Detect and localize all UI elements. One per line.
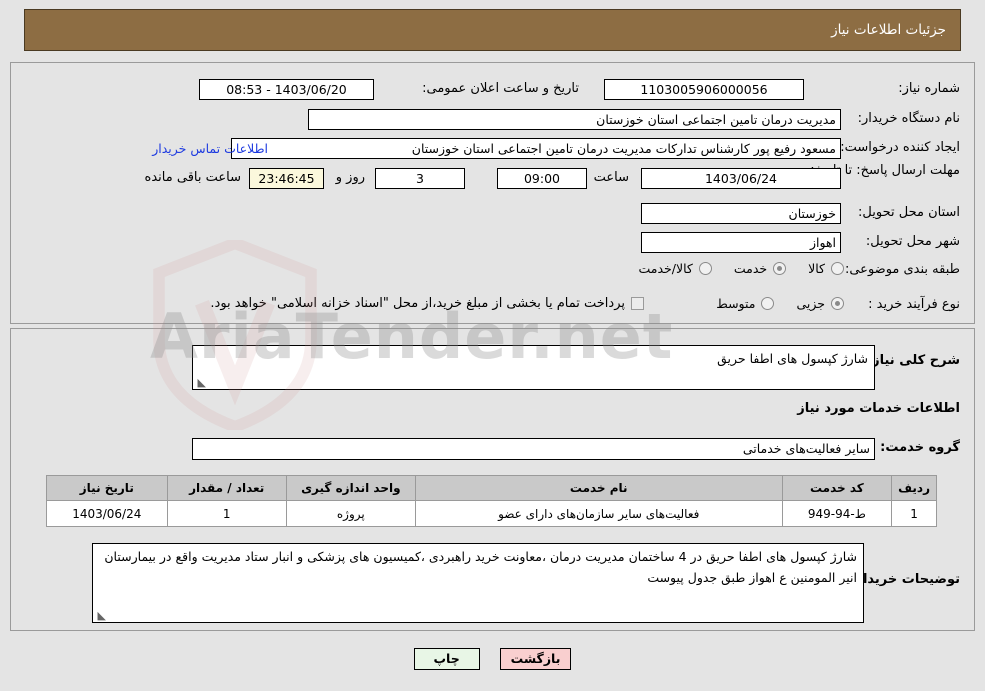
category-option-label: کالا xyxy=(808,261,825,276)
purchase-type-option-label: متوسط xyxy=(716,296,756,311)
treasury-note-text: پرداخت تمام یا بخشی از مبلغ خرید،از محل … xyxy=(210,296,625,311)
radio-icon[interactable] xyxy=(831,262,844,275)
category-label: طبقه بندی موضوعی: xyxy=(844,262,960,277)
general-desc-label: شرح کلی نیاز: xyxy=(866,353,960,368)
need-number-value: 1103005906000056 xyxy=(604,79,804,100)
resize-grip-icon[interactable]: ◣ xyxy=(196,377,206,388)
row-requester: ایجاد کننده درخواست: xyxy=(840,140,960,155)
row-delivery-province: استان محل تحویل: xyxy=(858,205,960,220)
table-col-code: کد خدمت xyxy=(781,475,893,501)
cell-radif: 1 xyxy=(891,500,937,527)
countdown-label: ساعت باقی مانده xyxy=(144,170,241,185)
row-buyer-org: نام دستگاه خریدار: xyxy=(858,111,960,126)
purchase-type-option-jozei[interactable]: جزیی xyxy=(796,296,848,311)
buyer-notes-textarea[interactable]: شارژ کپسول های اطفا حریق در 4 ساختمان مد… xyxy=(92,543,864,623)
treasury-checkbox-icon[interactable] xyxy=(631,297,644,310)
table-col-name: نام خدمت xyxy=(414,475,783,501)
service-group-label: گروه خدمت: xyxy=(880,440,960,455)
page-title: جزئیات اطلاعات نیاز xyxy=(831,22,946,38)
requester-value: مسعود رفیع پور کارشناس تدارکات مدیریت در… xyxy=(231,138,841,159)
print-button[interactable]: چاپ xyxy=(413,648,480,670)
back-button[interactable]: بازگشت xyxy=(499,648,572,670)
buyer-notes-value: شارژ کپسول های اطفا حریق در 4 ساختمان مد… xyxy=(104,549,857,585)
general-desc-value: شارژ کپسول های اطفا حریق xyxy=(717,351,868,366)
delivery-province-label: استان محل تحویل: xyxy=(858,205,960,220)
row-purchase-type: نوع فرآیند خرید : xyxy=(868,297,960,312)
purchase-type-option-label: جزیی xyxy=(796,296,825,311)
need-details-panel: شرح کلی نیاز: شارژ کپسول های اطفا حریق ◣… xyxy=(10,328,975,631)
cell-unit: پروژه xyxy=(285,500,416,527)
table-col-need-date: تاریخ نیاز xyxy=(46,475,168,501)
table-header-row: ردیف کد خدمت نام خدمت واحد اندازه گیری ت… xyxy=(46,475,937,501)
table-row: 1 ط-94-949 فعالیت‌های سایر سازمان‌های دا… xyxy=(46,500,937,527)
cell-name: فعالیت‌های سایر سازمان‌های دارای عضو xyxy=(414,500,783,527)
category-option-khedmat[interactable]: خدمت xyxy=(734,261,790,276)
row-category: طبقه بندی موضوعی: xyxy=(845,262,960,277)
services-table: ردیف کد خدمت نام خدمت واحد اندازه گیری ت… xyxy=(46,475,937,527)
need-number-label: شماره نیاز: xyxy=(898,81,960,96)
treasury-note-row[interactable]: پرداخت تمام یا بخشی از مبلغ خرید،از محل … xyxy=(210,296,644,311)
delivery-city-label: شهر محل تحویل: xyxy=(865,234,960,249)
category-option-label: خدمت xyxy=(733,261,768,276)
delivery-city-value: اهواز xyxy=(641,232,841,253)
service-group-value: سایر فعالیت‌های خدماتی xyxy=(192,438,875,460)
radio-icon[interactable] xyxy=(698,262,712,275)
services-heading: اطلاعات خدمات مورد نیاز xyxy=(797,401,960,416)
announce-datetime-label: تاریخ و ساعت اعلان عمومی: xyxy=(422,81,579,96)
row-deadline-label: مهلت ارسال پاسخ: تا تاریخ: xyxy=(810,163,960,179)
row-general-desc: شرح کلی نیاز: xyxy=(867,353,960,368)
table-col-unit: واحد اندازه گیری xyxy=(285,475,416,501)
row-need-number: شماره نیاز: xyxy=(898,81,960,96)
cell-quantity: 1 xyxy=(166,500,287,527)
cell-code: ط-94-949 xyxy=(781,500,893,527)
row-announce-datetime: تاریخ و ساعت اعلان عمومی: xyxy=(422,81,579,96)
remaining-days-label: روز و xyxy=(335,170,365,185)
radio-icon[interactable] xyxy=(831,297,844,310)
row-buyer-notes: توضیحات خریدار: xyxy=(850,572,960,587)
resize-grip-icon[interactable]: ◣ xyxy=(96,610,106,621)
category-option-label: کالا/خدمت xyxy=(638,261,693,276)
announce-datetime-value: 1403/06/20 - 08:53 xyxy=(199,79,374,100)
general-desc-textarea[interactable]: شارژ کپسول های اطفا حریق ◣ xyxy=(192,345,875,390)
table-col-quantity: تعداد / مقدار xyxy=(166,475,287,501)
deadline-date-value: 1403/06/24 xyxy=(641,168,841,189)
purchase-type-label: نوع فرآیند خرید : xyxy=(868,297,960,312)
row-delivery-city: شهر محل تحویل: xyxy=(866,234,960,249)
purchase-type-radio-group: جزیی متوسط xyxy=(698,296,848,311)
table-col-radif: ردیف xyxy=(891,475,937,501)
row-services-heading: اطلاعات خدمات مورد نیاز xyxy=(797,401,960,416)
category-option-kala-khedmat[interactable]: کالا/خدمت xyxy=(638,261,715,276)
category-radio-group: کالا خدمت کالا/خدمت xyxy=(620,261,848,276)
row-service-group: گروه خدمت: xyxy=(880,440,960,455)
radio-icon[interactable] xyxy=(773,262,787,275)
delivery-province-value: خوزستان xyxy=(641,203,841,224)
countdown-timer: 23:46:45 xyxy=(249,168,324,189)
remaining-days-value: 3 xyxy=(375,168,465,189)
deadline-time-value: 09:00 xyxy=(497,168,587,189)
purchase-type-option-motevaset[interactable]: متوسط xyxy=(716,296,778,311)
footer-button-bar: بازگشت چاپ xyxy=(0,648,985,670)
buyer-org-value: مدیریت درمان تامین اجتماعی استان خوزستان xyxy=(308,109,841,130)
page-root: جزئیات اطلاعات نیاز شماره نیاز: 11030059… xyxy=(0,0,985,691)
need-summary-panel: شماره نیاز: 1103005906000056 تاریخ و ساع… xyxy=(10,62,975,324)
cell-need-date: 1403/06/24 xyxy=(46,500,168,527)
requester-label: ایجاد کننده درخواست: xyxy=(840,140,960,155)
radio-icon[interactable] xyxy=(761,297,775,310)
page-title-bar: جزئیات اطلاعات نیاز xyxy=(24,9,961,51)
category-option-kala[interactable]: کالا xyxy=(808,261,848,276)
buyer-notes-label: توضیحات خریدار: xyxy=(850,572,960,587)
buyer-org-label: نام دستگاه خریدار: xyxy=(857,111,960,126)
deadline-time-label: ساعت xyxy=(593,170,629,185)
buyer-contact-link[interactable]: اطلاعات تماس خریدار xyxy=(152,141,268,156)
